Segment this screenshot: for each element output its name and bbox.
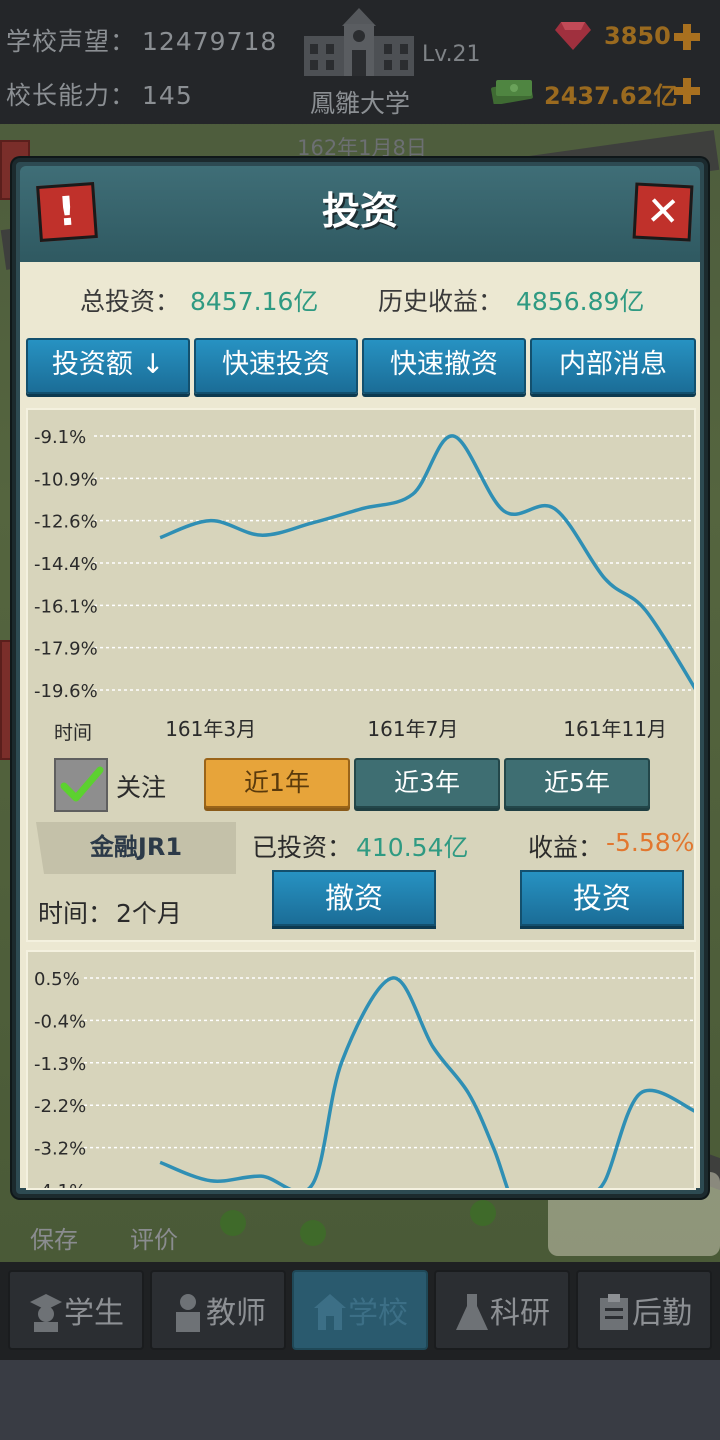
chart-x-axis: 时间 bbox=[28, 712, 694, 748]
tab-quick-invest[interactable]: 快速投资 bbox=[194, 338, 358, 394]
history-return-label: 历史收益： bbox=[378, 287, 504, 316]
nav-students[interactable]: 学生 bbox=[8, 1270, 144, 1350]
school-level: Lv.21 bbox=[422, 42, 481, 67]
checkmark-icon bbox=[60, 766, 104, 802]
dialog-title: 投资 bbox=[321, 189, 398, 233]
return-chart: -9.1% -10.9% -12.6% -14.4% -16.1% -17.9% -19.6… bbox=[34, 427, 694, 741]
tree bbox=[300, 1220, 326, 1246]
invested-value: 410.54亿 bbox=[356, 833, 469, 862]
school-building-icon[interactable] bbox=[300, 6, 418, 78]
reputation-stat: 学校声望： 12479718 bbox=[6, 22, 277, 58]
y-tick-label: -19.6% bbox=[34, 681, 98, 702]
teacher-icon bbox=[176, 1294, 200, 1332]
y-tick-label: -2.2% bbox=[34, 1096, 86, 1117]
nav-logistics[interactable]: 后勤 bbox=[576, 1270, 712, 1350]
ability-stat: 校长能力： 145 bbox=[6, 76, 193, 112]
gem-icon bbox=[555, 22, 591, 50]
invest-button[interactable]: 投资 bbox=[520, 870, 684, 926]
tree bbox=[470, 1200, 496, 1226]
x-axis-label: 时间 bbox=[54, 722, 93, 744]
top-hud: 学校声望： 12479718 校长能力： 145 Lv.21 鳳雛大学 3850 2… bbox=[0, 0, 720, 124]
follow-label: 关注 bbox=[116, 773, 167, 802]
gem-count: 3850 bbox=[604, 22, 671, 50]
dialog-body: 总投资： 8457.16亿 历史收益： 4856.89亿 投资额 ↓ 快速投资 … bbox=[20, 262, 700, 1190]
y-tick-label: 0.5% bbox=[34, 969, 80, 990]
action-tabs: 投资额 ↓ 快速投资 快速撤资 内部消息 bbox=[26, 338, 696, 396]
y-tick-label: -16.1% bbox=[34, 596, 98, 617]
y-tick-label: -12.6% bbox=[34, 512, 98, 533]
money-count: 2437.62亿 bbox=[544, 82, 678, 110]
time-label: 时间： bbox=[38, 899, 114, 928]
return-chart-2: 0.5% -0.4% -1.3% -2.2% -3.2% -4.1% bbox=[34, 969, 694, 1190]
reputation-label: 学校声望： bbox=[6, 27, 137, 56]
reputation-value: 12479718 bbox=[142, 27, 278, 56]
investment-dialog: ! 投资 ✕ 总投资： 8457.16亿 历史收益： 4856.89亿 投资额 … bbox=[12, 158, 708, 1198]
y-tick-label: -1.3% bbox=[34, 1054, 86, 1075]
withdraw-button[interactable]: 撤资 bbox=[272, 870, 436, 926]
invested-label: 已投资： bbox=[252, 833, 353, 862]
return-label: 收益： bbox=[528, 833, 604, 862]
nav-students-label: 学生 bbox=[64, 1296, 124, 1331]
fund-name: 金融JR1 bbox=[36, 822, 236, 874]
nav-school[interactable]: 学校 bbox=[292, 1270, 428, 1350]
nav-research[interactable]: 科研 bbox=[434, 1270, 570, 1350]
tree bbox=[220, 1210, 246, 1236]
nav-school-label: 学校 bbox=[348, 1296, 408, 1331]
history-return-value: 4856.89亿 bbox=[516, 287, 645, 316]
y-tick-label: -4.1% bbox=[34, 1181, 86, 1190]
ability-value: 145 bbox=[142, 81, 193, 110]
nav-teachers[interactable]: 教师 bbox=[150, 1270, 286, 1350]
time-value: 2个月 bbox=[116, 899, 182, 928]
close-button[interactable]: ✕ bbox=[632, 182, 694, 242]
rate-button[interactable]: 评价 bbox=[130, 1220, 178, 1255]
range-controls: 关注 近1年 近3年 近5年 bbox=[28, 758, 698, 814]
tab-sort-by-amount[interactable]: 投资额 ↓ bbox=[26, 338, 190, 394]
y-tick-label: -9.1% bbox=[34, 427, 86, 448]
ability-label: 校长能力： bbox=[6, 81, 137, 110]
dialog-header: ! 投资 ✕ bbox=[20, 166, 700, 262]
school-name: 鳳雛大学 bbox=[309, 89, 410, 118]
y-tick-label: -3.2% bbox=[34, 1139, 86, 1160]
nav-logistics-label: 后勤 bbox=[632, 1296, 692, 1331]
bottom-nav: 学生 教师 学校 科研 后勤 bbox=[0, 1262, 720, 1360]
clipboard-icon bbox=[600, 1294, 628, 1330]
add-money-icon[interactable] bbox=[672, 76, 702, 106]
tab-quick-withdraw[interactable]: 快速撤资 bbox=[362, 338, 526, 394]
total-invest-value: 8457.16亿 bbox=[190, 287, 319, 316]
y-tick-label: -0.4% bbox=[34, 1011, 86, 1032]
cash-icon bbox=[491, 80, 533, 104]
y-tick-label: -14.4% bbox=[34, 554, 98, 575]
add-gems-icon[interactable] bbox=[672, 22, 702, 52]
series-line bbox=[159, 976, 694, 1188]
y-tick-label: -10.9% bbox=[34, 469, 98, 490]
save-button[interactable]: 保存 bbox=[30, 1220, 78, 1255]
nav-research-label: 科研 bbox=[490, 1296, 550, 1331]
follow-checkbox[interactable] bbox=[54, 758, 108, 812]
tab-insider-news[interactable]: 内部消息 bbox=[530, 338, 696, 394]
flask-icon bbox=[456, 1294, 488, 1330]
nav-teachers-label: 教师 bbox=[206, 1296, 266, 1331]
y-tick-label: -17.9% bbox=[34, 639, 98, 660]
school-icon bbox=[314, 1294, 346, 1330]
total-invest-label: 总投资： bbox=[80, 287, 181, 316]
range-5-year-button[interactable]: 近5年 bbox=[504, 758, 650, 808]
student-icon bbox=[30, 1294, 62, 1332]
return-value: -5.58% bbox=[606, 828, 695, 857]
fund-panel-2: 0.5% -0.4% -1.3% -2.2% -3.2% -4.1% bbox=[26, 950, 696, 1190]
fund-panel: -9.1% -10.9% -12.6% -14.4% -16.1% -17.9% -19.6… bbox=[26, 408, 696, 942]
bottom-spacer bbox=[0, 1360, 720, 1440]
range-3-year-button[interactable]: 近3年 bbox=[354, 758, 500, 808]
investment-totals: 总投资： 8457.16亿 历史收益： 4856.89亿 bbox=[20, 272, 700, 324]
range-1-year-button[interactable]: 近1年 bbox=[204, 758, 350, 808]
